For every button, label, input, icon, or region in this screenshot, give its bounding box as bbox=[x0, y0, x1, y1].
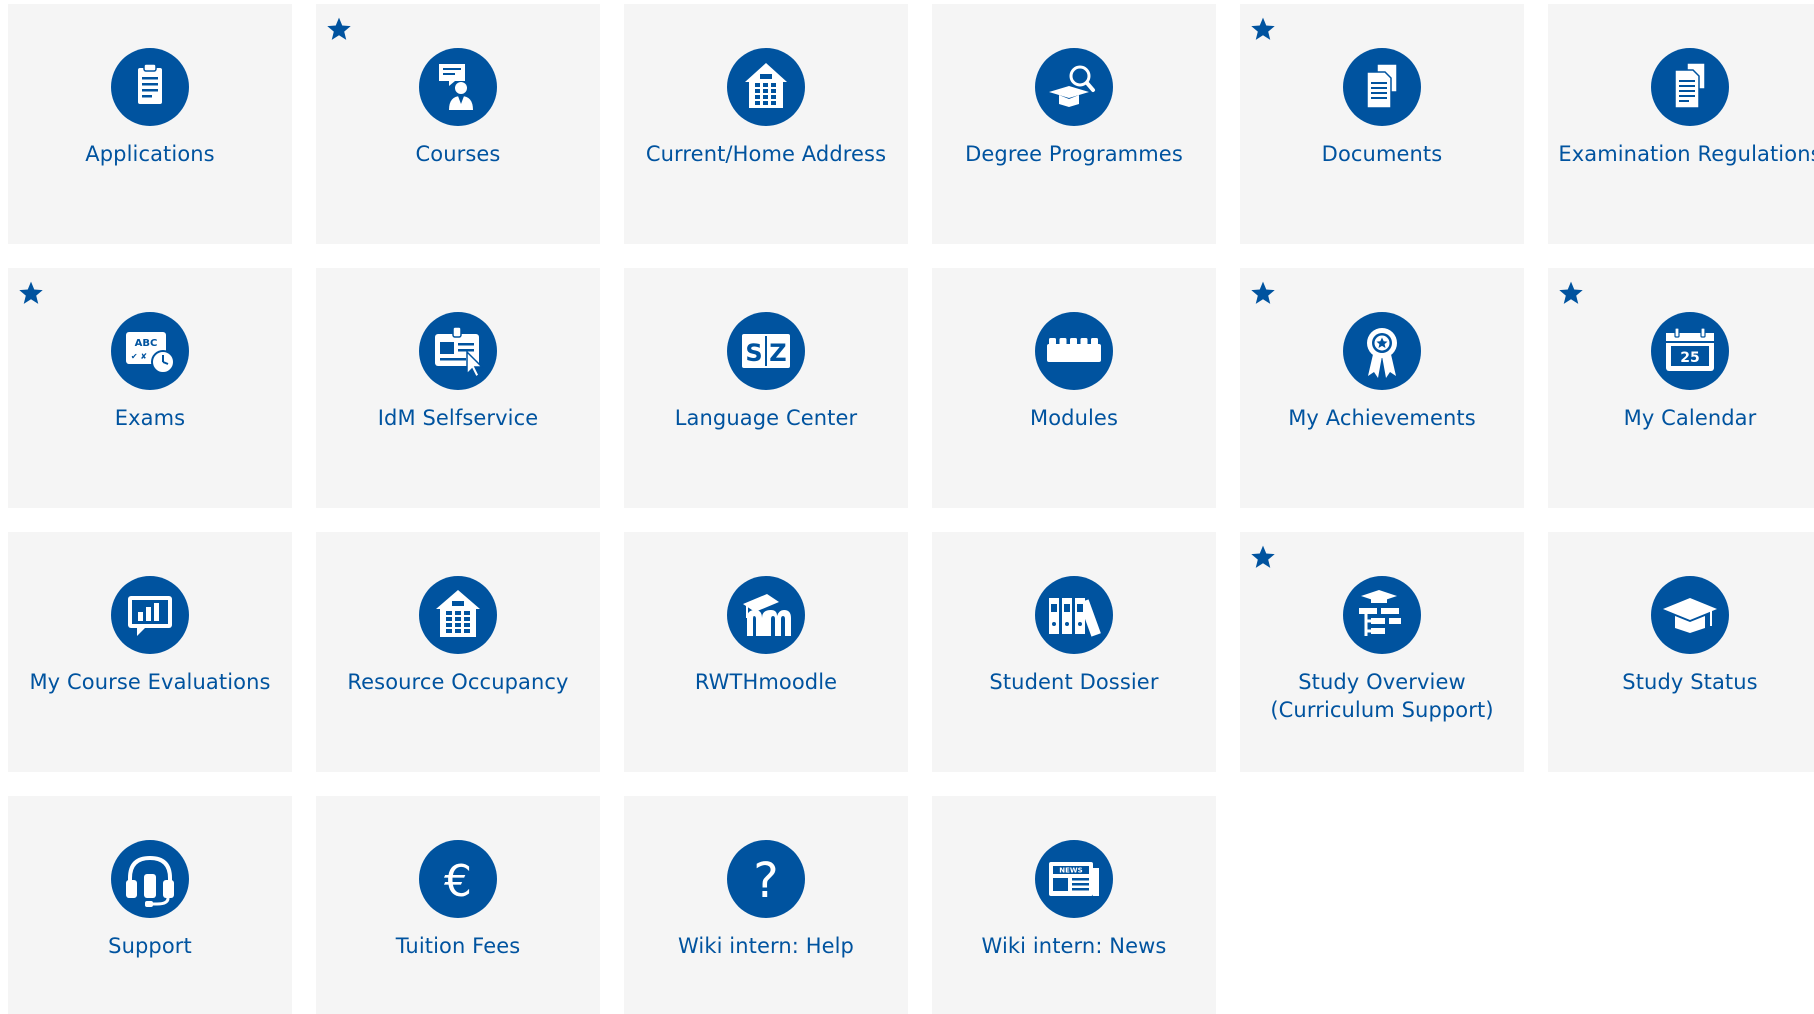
tile-label: Documents bbox=[1321, 142, 1443, 166]
tile-label: Examination Regulations bbox=[1558, 142, 1814, 166]
tile-support[interactable]: Support bbox=[8, 796, 292, 1014]
favorite-star-icon[interactable] bbox=[18, 280, 44, 306]
tile-current-home-address[interactable]: Current/Home Address bbox=[624, 4, 908, 244]
app-tile-grid: Applications Courses Current/Home Addres… bbox=[0, 0, 1814, 1014]
favorite-star-icon[interactable] bbox=[1250, 16, 1276, 42]
exam-clock-icon: ABC ✔ ✘ bbox=[111, 312, 189, 390]
tile-rwthmoodle[interactable]: RWTHmoodle bbox=[624, 532, 908, 772]
tile-label: Degree Programmes bbox=[965, 142, 1183, 166]
tile-applications[interactable]: Applications bbox=[8, 4, 292, 244]
tile-label: RWTHmoodle bbox=[694, 670, 838, 694]
regulations-icon bbox=[1651, 48, 1729, 126]
tile-student-dossier[interactable]: Student Dossier bbox=[932, 532, 1216, 772]
tile-label: Study Status bbox=[1622, 670, 1758, 694]
id-card-icon bbox=[419, 312, 497, 390]
svg-text:S: S bbox=[745, 339, 762, 367]
tile-label: IdM Selfservice bbox=[377, 406, 539, 430]
mortarboard-icon bbox=[1651, 576, 1729, 654]
tile-label: Tuition Fees bbox=[395, 934, 521, 958]
tile-label: Applications bbox=[85, 142, 215, 166]
euro-icon: € bbox=[419, 840, 497, 918]
sz-icon: S Z bbox=[727, 312, 805, 390]
favorite-star-icon[interactable] bbox=[1250, 280, 1276, 306]
tile-tuition-fees[interactable]: € Tuition Fees bbox=[316, 796, 600, 1014]
tile-language-center[interactable]: S Z Language Center bbox=[624, 268, 908, 508]
tile-label: Study Overview (Curriculum Support) bbox=[1270, 670, 1494, 722]
tile-study-overview-curriculum-support[interactable]: Study Overview (Curriculum Support) bbox=[1240, 532, 1524, 772]
tile-label: My Calendar bbox=[1623, 406, 1757, 430]
tile-label: Exams bbox=[114, 406, 186, 430]
tile-label: Language Center bbox=[674, 406, 858, 430]
tile-my-achievements[interactable]: My Achievements bbox=[1240, 268, 1524, 508]
tile-study-status[interactable]: Study Status bbox=[1548, 532, 1814, 772]
moodle-icon bbox=[727, 576, 805, 654]
tile-label: Current/Home Address bbox=[645, 142, 887, 166]
tile-documents[interactable]: Documents bbox=[1240, 4, 1524, 244]
tile-exams[interactable]: ABC ✔ ✘ Exams bbox=[8, 268, 292, 508]
tile-courses[interactable]: Courses bbox=[316, 4, 600, 244]
favorite-star-icon[interactable] bbox=[1250, 544, 1276, 570]
tile-label: Modules bbox=[1029, 406, 1118, 430]
tile-my-course-evaluations[interactable]: My Course Evaluations bbox=[8, 532, 292, 772]
building-icon bbox=[419, 576, 497, 654]
tile-wiki-intern-news[interactable]: NEWS Wiki intern: News bbox=[932, 796, 1216, 1014]
favorite-star-icon[interactable] bbox=[1558, 280, 1584, 306]
award-ribbon-icon bbox=[1343, 312, 1421, 390]
tile-wiki-intern-help[interactable]: ? Wiki intern: Help bbox=[624, 796, 908, 1014]
clipboard-icon bbox=[111, 48, 189, 126]
curriculum-tree-icon bbox=[1343, 576, 1421, 654]
tile-label: Courses bbox=[415, 142, 501, 166]
newspaper-icon: NEWS bbox=[1035, 840, 1113, 918]
tile-label: Student Dossier bbox=[989, 670, 1159, 694]
building-block-icon bbox=[1035, 312, 1113, 390]
tile-my-calendar[interactable]: 25 My Calendar bbox=[1548, 268, 1814, 508]
tile-label: Resource Occupancy bbox=[347, 670, 569, 694]
svg-text:€: € bbox=[444, 856, 472, 907]
tile-examination-regulations[interactable]: Examination Regulations bbox=[1548, 4, 1814, 244]
chart-bubble-icon bbox=[111, 576, 189, 654]
tile-degree-programmes[interactable]: Degree Programmes bbox=[932, 4, 1216, 244]
tile-label: Wiki intern: News bbox=[981, 934, 1167, 958]
tile-label: Support bbox=[108, 934, 192, 958]
documents-icon bbox=[1343, 48, 1421, 126]
tile-idm-selfservice[interactable]: IdM Selfservice bbox=[316, 268, 600, 508]
binders-icon bbox=[1035, 576, 1113, 654]
calendar-icon: 25 bbox=[1651, 312, 1729, 390]
lecturer-icon bbox=[419, 48, 497, 126]
question-icon: ? bbox=[727, 840, 805, 918]
tile-resource-occupancy[interactable]: Resource Occupancy bbox=[316, 532, 600, 772]
tile-modules[interactable]: Modules bbox=[932, 268, 1216, 508]
headset-icon bbox=[111, 840, 189, 918]
svg-text:NEWS: NEWS bbox=[1059, 867, 1082, 875]
svg-text:?: ? bbox=[753, 853, 778, 909]
favorite-star-icon[interactable] bbox=[326, 16, 352, 42]
svg-text:✔ ✘: ✔ ✘ bbox=[131, 352, 147, 361]
house-icon bbox=[727, 48, 805, 126]
tile-label: My Course Evaluations bbox=[29, 670, 271, 694]
graduation-search-icon bbox=[1035, 48, 1113, 126]
svg-text:ABC: ABC bbox=[135, 338, 158, 349]
tile-label: Wiki intern: Help bbox=[677, 934, 854, 958]
svg-text:25: 25 bbox=[1680, 350, 1699, 366]
svg-text:Z: Z bbox=[769, 339, 786, 367]
tile-label: My Achievements bbox=[1288, 406, 1476, 430]
